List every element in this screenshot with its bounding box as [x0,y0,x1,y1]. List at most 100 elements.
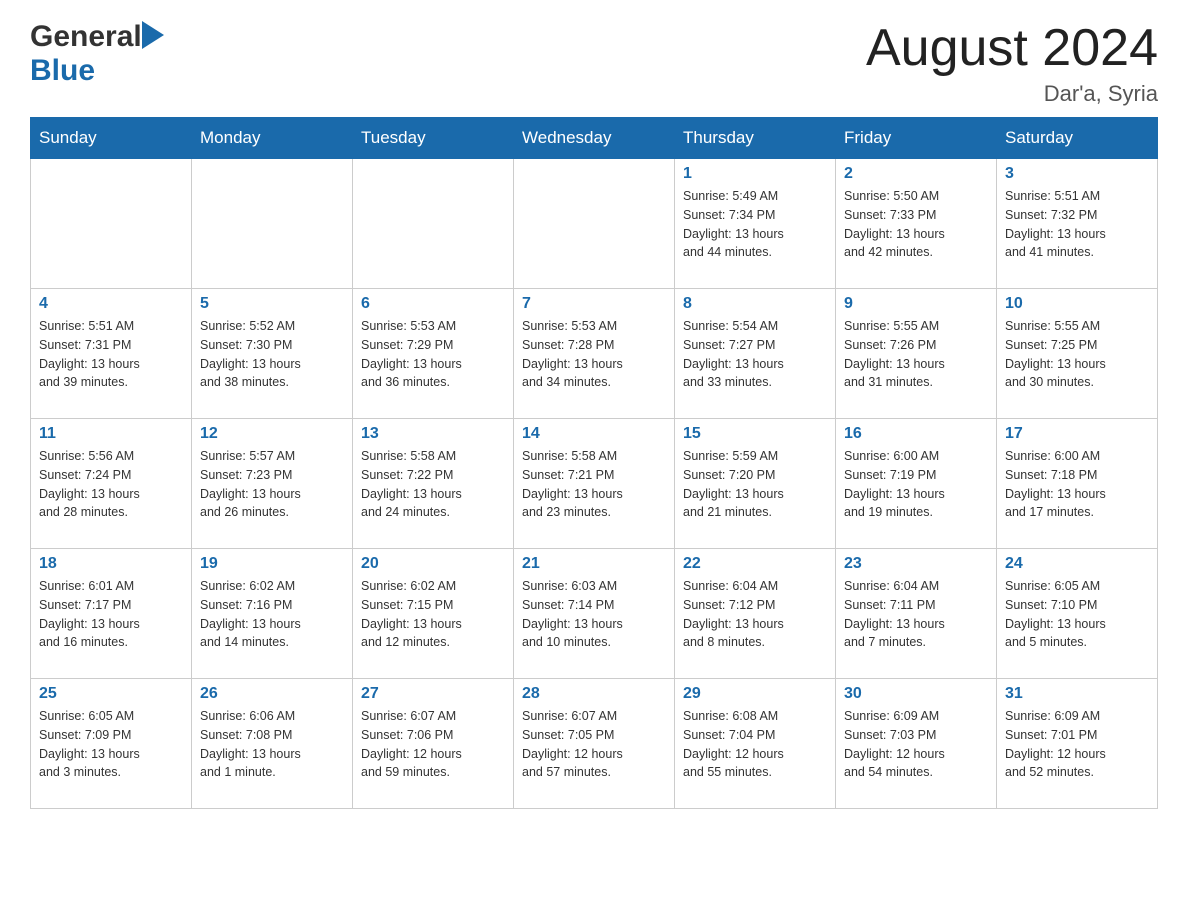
day-number: 8 [683,295,827,313]
day-number: 11 [39,425,183,443]
day-info: Sunrise: 5:52 AM Sunset: 7:30 PM Dayligh… [200,317,344,392]
page-header: General Blue August 2024 Dar'a, Syria [30,20,1158,107]
day-info: Sunrise: 6:01 AM Sunset: 7:17 PM Dayligh… [39,577,183,652]
calendar-day-cell: 14Sunrise: 5:58 AM Sunset: 7:21 PM Dayli… [514,419,675,549]
day-info: Sunrise: 5:59 AM Sunset: 7:20 PM Dayligh… [683,447,827,522]
day-number: 19 [200,555,344,573]
day-number: 23 [844,555,988,573]
calendar-day-cell: 29Sunrise: 6:08 AM Sunset: 7:04 PM Dayli… [675,679,836,809]
day-info: Sunrise: 5:58 AM Sunset: 7:22 PM Dayligh… [361,447,505,522]
calendar-day-cell: 3 Sunrise: 5:51 AM Sunset: 7:32 PM Daylig… [997,159,1158,289]
day-number: 29 [683,685,827,703]
calendar-day-cell: 15 Sunrise: 5:59 AM Sunset: 7:20 PM Dayli… [675,419,836,549]
day-info: Sunrise: 5:51 AM Sunset: 7:31 PM Dayligh… [39,317,183,392]
day-info: Sunrise: 6:00 AM Sunset: 7:18 PM Dayligh… [1005,447,1149,522]
day-info: Sunrise: 6:00 AM Sunset: 7:19 PM Dayligh… [844,447,988,522]
day-number: 4 [39,295,183,313]
day-number: 27 [361,685,505,703]
day-info: Sunrise: 6:09 AM Sunset: 7:01 PM Dayligh… [1005,707,1149,782]
logo-general-text: General [30,20,142,54]
calendar-day-cell: 24 Sunrise: 6:05 AM Sunset: 7:10 PM Dayli… [997,549,1158,679]
day-number: 25 [39,685,183,703]
day-info: Sunrise: 6:02 AM Sunset: 7:16 PM Dayligh… [200,577,344,652]
calendar-header-monday: Monday [192,118,353,159]
day-number: 26 [200,685,344,703]
day-info: Sunrise: 5:55 AM Sunset: 7:26 PM Dayligh… [844,317,988,392]
day-info: Sunrise: 6:05 AM Sunset: 7:10 PM Dayligh… [1005,577,1149,652]
day-number: 28 [522,685,666,703]
calendar-day-cell: 12 Sunrise: 5:57 AM Sunset: 7:23 PM Dayli… [192,419,353,549]
calendar-day-cell: 16 Sunrise: 6:00 AM Sunset: 7:19 PM Dayli… [836,419,997,549]
day-info: Sunrise: 5:51 AM Sunset: 7:32 PM Dayligh… [1005,187,1149,262]
calendar-day-cell: 25Sunrise: 6:05 AM Sunset: 7:09 PM Dayli… [31,679,192,809]
calendar-week-5: 25Sunrise: 6:05 AM Sunset: 7:09 PM Dayli… [31,679,1158,809]
calendar-day-cell: 23 Sunrise: 6:04 AM Sunset: 7:11 PM Dayli… [836,549,997,679]
logo-arrow-icon [142,21,164,49]
day-number: 5 [200,295,344,313]
day-number: 7 [522,295,666,313]
logo: General Blue [30,20,164,88]
day-number: 30 [844,685,988,703]
day-number: 3 [1005,165,1149,183]
day-number: 16 [844,425,988,443]
calendar-day-cell: 7 Sunrise: 5:53 AM Sunset: 7:28 PM Daylig… [514,289,675,419]
day-info: Sunrise: 5:56 AM Sunset: 7:24 PM Dayligh… [39,447,183,522]
day-number: 17 [1005,425,1149,443]
day-info: Sunrise: 6:02 AM Sunset: 7:15 PM Dayligh… [361,577,505,652]
calendar-day-cell: 27Sunrise: 6:07 AM Sunset: 7:06 PM Dayli… [353,679,514,809]
day-number: 20 [361,555,505,573]
day-info: Sunrise: 5:57 AM Sunset: 7:23 PM Dayligh… [200,447,344,522]
day-info: Sunrise: 5:55 AM Sunset: 7:25 PM Dayligh… [1005,317,1149,392]
calendar-day-cell: 26 Sunrise: 6:06 AM Sunset: 7:08 PM Dayli… [192,679,353,809]
day-info: Sunrise: 6:06 AM Sunset: 7:08 PM Dayligh… [200,707,344,782]
day-number: 2 [844,165,988,183]
day-info: Sunrise: 6:09 AM Sunset: 7:03 PM Dayligh… [844,707,988,782]
calendar-header-tuesday: Tuesday [353,118,514,159]
day-info: Sunrise: 5:54 AM Sunset: 7:27 PM Dayligh… [683,317,827,392]
day-info: Sunrise: 6:04 AM Sunset: 7:11 PM Dayligh… [844,577,988,652]
calendar-header-saturday: Saturday [997,118,1158,159]
calendar-day-cell: 6 Sunrise: 5:53 AM Sunset: 7:29 PM Daylig… [353,289,514,419]
day-number: 15 [683,425,827,443]
day-number: 1 [683,165,827,183]
calendar-day-cell: 28 Sunrise: 6:07 AM Sunset: 7:05 PM Dayli… [514,679,675,809]
calendar-header-wednesday: Wednesday [514,118,675,159]
day-number: 6 [361,295,505,313]
calendar-header-friday: Friday [836,118,997,159]
day-info: Sunrise: 5:49 AM Sunset: 7:34 PM Dayligh… [683,187,827,262]
calendar-week-3: 11 Sunrise: 5:56 AM Sunset: 7:24 PM Dayli… [31,419,1158,549]
calendar-day-cell: 19 Sunrise: 6:02 AM Sunset: 7:16 PM Dayli… [192,549,353,679]
day-number: 18 [39,555,183,573]
calendar-table: SundayMondayTuesdayWednesdayThursdayFrid… [30,117,1158,809]
day-info: Sunrise: 5:53 AM Sunset: 7:28 PM Dayligh… [522,317,666,392]
calendar-day-cell: 8 Sunrise: 5:54 AM Sunset: 7:27 PM Daylig… [675,289,836,419]
day-number: 13 [361,425,505,443]
calendar-header-thursday: Thursday [675,118,836,159]
calendar-day-cell: 9 Sunrise: 5:55 AM Sunset: 7:26 PM Daylig… [836,289,997,419]
calendar-day-cell [514,159,675,289]
page-subtitle: Dar'a, Syria [866,81,1158,107]
calendar-day-cell: 11 Sunrise: 5:56 AM Sunset: 7:24 PM Dayli… [31,419,192,549]
day-info: Sunrise: 5:53 AM Sunset: 7:29 PM Dayligh… [361,317,505,392]
calendar-header-row: SundayMondayTuesdayWednesdayThursdayFrid… [31,118,1158,159]
calendar-week-4: 18 Sunrise: 6:01 AM Sunset: 7:17 PM Dayli… [31,549,1158,679]
calendar-day-cell: 1 Sunrise: 5:49 AM Sunset: 7:34 PM Daylig… [675,159,836,289]
day-info: Sunrise: 6:07 AM Sunset: 7:05 PM Dayligh… [522,707,666,782]
day-info: Sunrise: 6:03 AM Sunset: 7:14 PM Dayligh… [522,577,666,652]
day-number: 10 [1005,295,1149,313]
calendar-week-1: 1 Sunrise: 5:49 AM Sunset: 7:34 PM Daylig… [31,159,1158,289]
day-number: 31 [1005,685,1149,703]
calendar-day-cell: 4 Sunrise: 5:51 AM Sunset: 7:31 PM Daylig… [31,289,192,419]
day-number: 12 [200,425,344,443]
calendar-day-cell [353,159,514,289]
day-info: Sunrise: 6:04 AM Sunset: 7:12 PM Dayligh… [683,577,827,652]
day-number: 9 [844,295,988,313]
calendar-day-cell: 5 Sunrise: 5:52 AM Sunset: 7:30 PM Daylig… [192,289,353,419]
title-section: August 2024 Dar'a, Syria [866,20,1158,107]
page-title: August 2024 [866,20,1158,77]
day-info: Sunrise: 5:58 AM Sunset: 7:21 PM Dayligh… [522,447,666,522]
day-number: 21 [522,555,666,573]
calendar-day-cell: 18 Sunrise: 6:01 AM Sunset: 7:17 PM Dayli… [31,549,192,679]
day-number: 24 [1005,555,1149,573]
calendar-day-cell: 20 Sunrise: 6:02 AM Sunset: 7:15 PM Dayli… [353,549,514,679]
